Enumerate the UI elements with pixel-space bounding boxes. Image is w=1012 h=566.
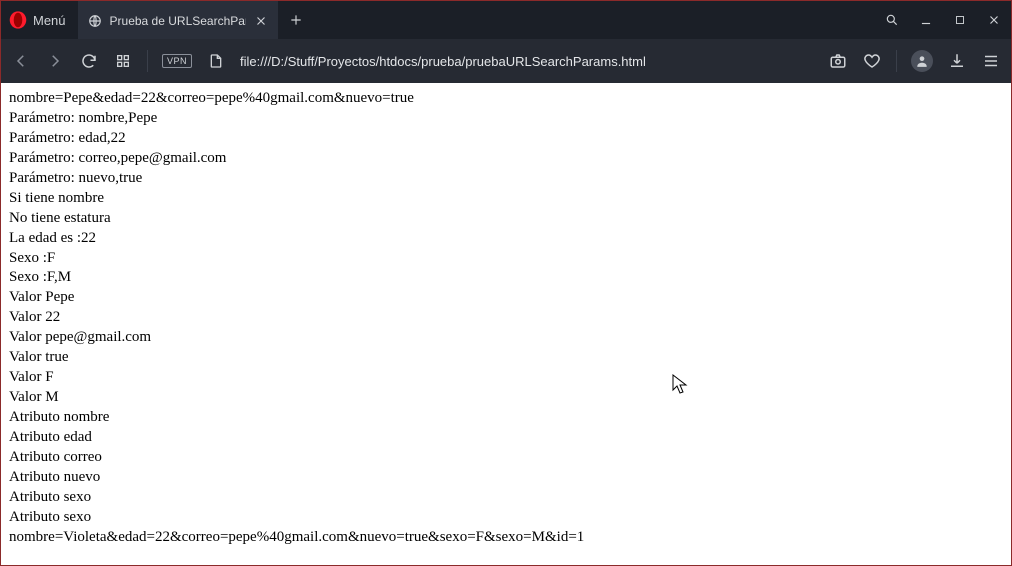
camera-icon [829, 52, 847, 70]
output-line: Atributo edad [9, 428, 1003, 448]
toolbar-right [828, 50, 1001, 72]
menu-label: Menú [33, 13, 66, 28]
output-line: Parámetro: edad,22 [9, 129, 1003, 149]
output-line: Valor F [9, 368, 1003, 388]
titlebar: Menú Prueba de URLSearchParam [1, 1, 1011, 39]
user-icon [915, 54, 929, 68]
sliders-icon [982, 52, 1000, 70]
plus-icon [289, 13, 303, 27]
output-line: La edad es :22 [9, 229, 1003, 249]
output-line: nombre=Violeta&edad=22&correo=pepe%40gma… [9, 528, 1003, 548]
page-content: nombre=Pepe&edad=22&correo=pepe%40gmail.… [1, 83, 1011, 565]
url-field[interactable]: file:///D:/Stuff/Proyectos/htdocs/prueba… [240, 54, 814, 69]
grid-icon [115, 53, 131, 69]
profile-button[interactable] [911, 50, 933, 72]
titlebar-drag-area[interactable] [314, 1, 875, 39]
downloads-button[interactable] [947, 51, 967, 71]
output-line: Parámetro: nombre,Pepe [9, 109, 1003, 129]
forward-button[interactable] [45, 51, 65, 71]
output-line: Atributo sexo [9, 508, 1003, 528]
separator [147, 50, 148, 72]
browser-tab[interactable]: Prueba de URLSearchParam [78, 1, 278, 39]
output-line: Sexo :F,M [9, 268, 1003, 288]
reload-icon [80, 52, 98, 70]
snapshot-button[interactable] [828, 51, 848, 71]
download-icon [948, 52, 966, 70]
site-info-button[interactable] [206, 51, 226, 71]
chevron-right-icon [46, 52, 64, 70]
output-line: Atributo correo [9, 448, 1003, 468]
output-line: No tiene estatura [9, 209, 1003, 229]
opera-logo-icon [9, 11, 27, 29]
reload-button[interactable] [79, 51, 99, 71]
chevron-left-icon [12, 52, 30, 70]
vpn-badge[interactable]: VPN [162, 54, 192, 68]
easy-setup-button[interactable] [981, 51, 1001, 71]
file-icon [208, 53, 224, 69]
bookmark-button[interactable] [862, 51, 882, 71]
tab-title: Prueba de URLSearchParam [110, 14, 246, 28]
window-controls [875, 1, 1011, 39]
output-line: Atributo nombre [9, 408, 1003, 428]
new-tab-button[interactable] [278, 1, 314, 39]
separator [896, 50, 897, 72]
output-line: Valor true [9, 348, 1003, 368]
output-line: Atributo nuevo [9, 468, 1003, 488]
output-line: Valor pepe@gmail.com [9, 328, 1003, 348]
menu-button[interactable]: Menú [1, 1, 78, 39]
address-bar: VPN file:///D:/Stuff/Proyectos/htdocs/pr… [1, 39, 1011, 83]
output-line: Valor M [9, 388, 1003, 408]
output-line: Parámetro: nuevo,true [9, 169, 1003, 189]
back-button[interactable] [11, 51, 31, 71]
output-line: Parámetro: correo,pepe@gmail.com [9, 149, 1003, 169]
speed-dial-button[interactable] [113, 51, 133, 71]
search-button[interactable] [875, 1, 909, 39]
minimize-button[interactable] [909, 1, 943, 39]
output-line: Sexo :F [9, 249, 1003, 269]
output-line: nombre=Pepe&edad=22&correo=pepe%40gmail.… [9, 89, 1003, 109]
output-line: Valor 22 [9, 308, 1003, 328]
maximize-icon [953, 13, 967, 27]
heart-icon [863, 52, 881, 70]
close-icon [987, 13, 1001, 27]
output-line: Atributo sexo [9, 488, 1003, 508]
globe-icon [88, 14, 102, 28]
close-tab-icon[interactable] [254, 14, 268, 28]
minimize-icon [919, 13, 933, 27]
output-line: Valor Pepe [9, 288, 1003, 308]
close-window-button[interactable] [977, 1, 1011, 39]
maximize-button[interactable] [943, 1, 977, 39]
search-icon [885, 13, 899, 27]
output-line: Si tiene nombre [9, 189, 1003, 209]
